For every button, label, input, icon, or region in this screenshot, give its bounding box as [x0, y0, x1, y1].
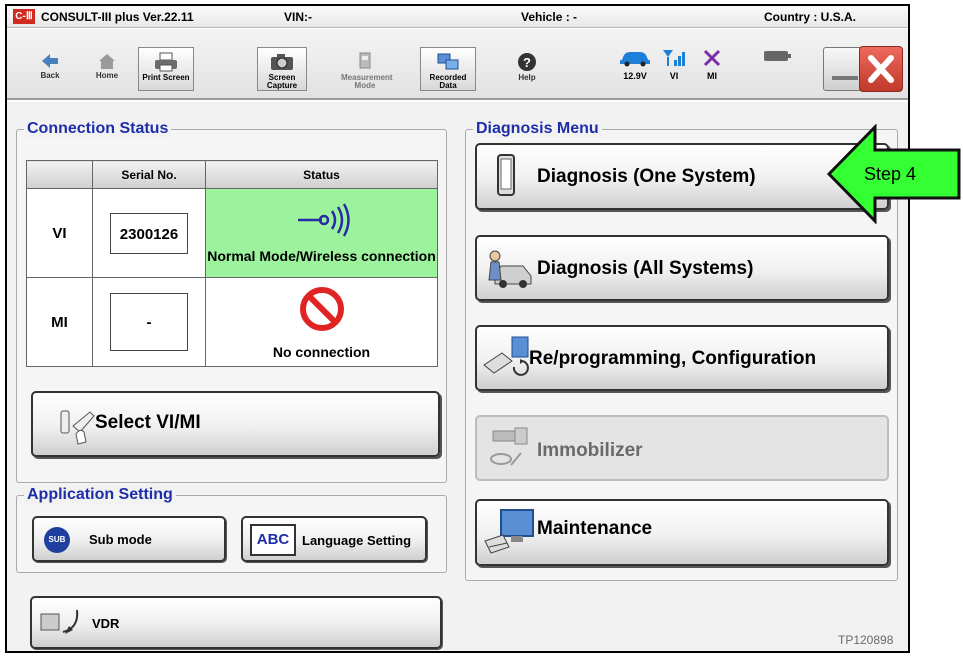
serial-cell: -: [92, 277, 206, 367]
maintenance-label: Maintenance: [537, 518, 653, 539]
svg-text:?: ?: [523, 55, 531, 70]
app-logo-icon: C-Ⅲ: [13, 9, 35, 24]
sub-mode-button[interactable]: SUB Sub mode: [32, 516, 226, 562]
close-button[interactable]: [859, 46, 903, 92]
back-label: Back: [40, 71, 60, 80]
vi-status-label: VI: [669, 71, 679, 81]
device-name: VI: [26, 188, 93, 278]
mi-disconnected-icon: [703, 49, 721, 67]
table-row: MI - No connection: [26, 277, 438, 367]
signal-icon: [663, 50, 685, 66]
measurement-mode-button[interactable]: Measurement Mode: [340, 47, 393, 91]
recorded-data-button[interactable]: Recorded Data: [420, 47, 476, 91]
back-button[interactable]: Back: [25, 47, 75, 91]
application-setting-title: Application Setting: [24, 486, 176, 504]
help-icon: ?: [518, 53, 536, 71]
mi-status-label: MI: [707, 71, 717, 81]
language-setting-button[interactable]: ABC Language Setting: [241, 516, 427, 562]
select-vi-mi-label: Select VI/MI: [95, 412, 201, 433]
vi-status: VI: [660, 47, 688, 81]
close-icon: [868, 55, 894, 83]
sub-icon: SUB: [44, 527, 70, 553]
home-button[interactable]: Home: [82, 47, 132, 91]
serial-value: -: [110, 293, 188, 351]
serial-column-header: Serial No.: [92, 160, 206, 189]
maintenance-icon: [484, 509, 534, 554]
step-4-callout: Step 4: [826, 123, 963, 229]
print-screen-button[interactable]: Print Screen: [138, 47, 194, 91]
reprogramming-configuration-label: Re/programming, Configuration: [529, 348, 817, 369]
consult-window: C-Ⅲ CONSULT-III plus Ver.22.11 VIN:- Veh…: [5, 4, 910, 653]
status-cell-disconnected: No connection: [205, 277, 438, 367]
vdr-icon: [40, 609, 79, 634]
mi-status: MI: [699, 47, 725, 81]
wireless-signal-icon: [297, 203, 350, 237]
help-button[interactable]: ? Help: [502, 47, 552, 91]
toolbar: Back Home Print Screen Screen Capture Me…: [7, 29, 908, 100]
vi-device-icon: [497, 154, 515, 196]
help-label: Help: [518, 73, 536, 82]
language-setting-label: Language Setting: [302, 533, 412, 548]
recorded-data-icon: [437, 53, 459, 70]
car-icon: [620, 52, 650, 67]
device-icon: [764, 51, 791, 61]
abc-icon: ABC: [250, 524, 296, 556]
diagnosis-all-systems-label: Diagnosis (All Systems): [537, 258, 754, 279]
no-connection-icon: [299, 287, 344, 331]
printer-icon: [155, 52, 177, 72]
main-area: Connection Status Serial No. Status VI 2…: [7, 102, 908, 651]
recorded-data-label-2: Data: [439, 81, 457, 90]
reprogramming-icon: [483, 336, 529, 376]
select-vi-mi-button[interactable]: Select VI/MI: [31, 391, 440, 457]
connection-status-title: Connection Status: [24, 120, 172, 138]
print-screen-label: Print Screen: [142, 73, 190, 82]
voltage-label: 12.9V: [623, 71, 647, 81]
status-text: Normal Mode/Wireless connection: [207, 248, 436, 264]
back-arrow-icon: [42, 54, 58, 68]
immobilizer-button[interactable]: Immobilizer: [475, 415, 889, 481]
vehicle-label: Vehicle : -: [521, 10, 578, 24]
diagnosis-one-system-label: Diagnosis (One System): [537, 166, 756, 187]
table-row: VI 2300126 Normal Mode/Wireless connecti…: [26, 188, 438, 278]
serial-value: 2300126: [110, 212, 188, 254]
status-column-header: Status: [205, 160, 438, 189]
device-column-header: [26, 160, 93, 189]
home-label: Home: [95, 71, 119, 80]
status-text: No connection: [272, 344, 371, 360]
car-technician-icon: [488, 250, 532, 288]
vin-label: VIN:-: [284, 10, 312, 24]
app-title: CONSULT-III plus Ver.22.11: [41, 10, 194, 24]
diagnosis-all-systems-button[interactable]: Diagnosis (All Systems): [475, 235, 889, 301]
measurement-label-2: Mode: [354, 81, 376, 90]
vdr-label: VDR: [92, 616, 120, 631]
country-label: Country : U.S.A.: [764, 10, 856, 24]
measurement-icon: [359, 52, 371, 69]
immobilizer-label: Immobilizer: [537, 440, 643, 461]
vdr-button[interactable]: VDR: [30, 596, 442, 649]
figure-id: TP120898: [838, 633, 894, 647]
serial-cell: 2300126: [92, 188, 206, 278]
screen-capture-button[interactable]: Screen Capture: [257, 47, 307, 91]
title-bar: C-Ⅲ CONSULT-III plus Ver.22.11 VIN:- Veh…: [7, 6, 908, 28]
device-status: [762, 47, 792, 67]
connection-table: Serial No. Status VI 2300126 Normal Mode…: [26, 160, 438, 367]
camera-icon: [271, 54, 293, 70]
device-name: MI: [26, 277, 93, 367]
sub-mode-label: Sub mode: [89, 532, 152, 547]
status-cell-connected: Normal Mode/Wireless connection: [205, 188, 438, 278]
home-icon: [99, 54, 115, 69]
reprogramming-configuration-button[interactable]: Re/programming, Configuration: [475, 325, 889, 391]
minimize-icon: [832, 76, 858, 80]
battery-voltage-status: 12.9V: [616, 47, 654, 81]
key-icon: [490, 427, 528, 466]
screen-capture-label-2: Capture: [266, 81, 298, 90]
maintenance-button[interactable]: Maintenance: [475, 499, 889, 566]
diagnosis-menu-title: Diagnosis Menu: [473, 120, 602, 138]
select-vi-mi-icon: [60, 410, 95, 445]
step-4-label: Step 4: [864, 164, 917, 184]
